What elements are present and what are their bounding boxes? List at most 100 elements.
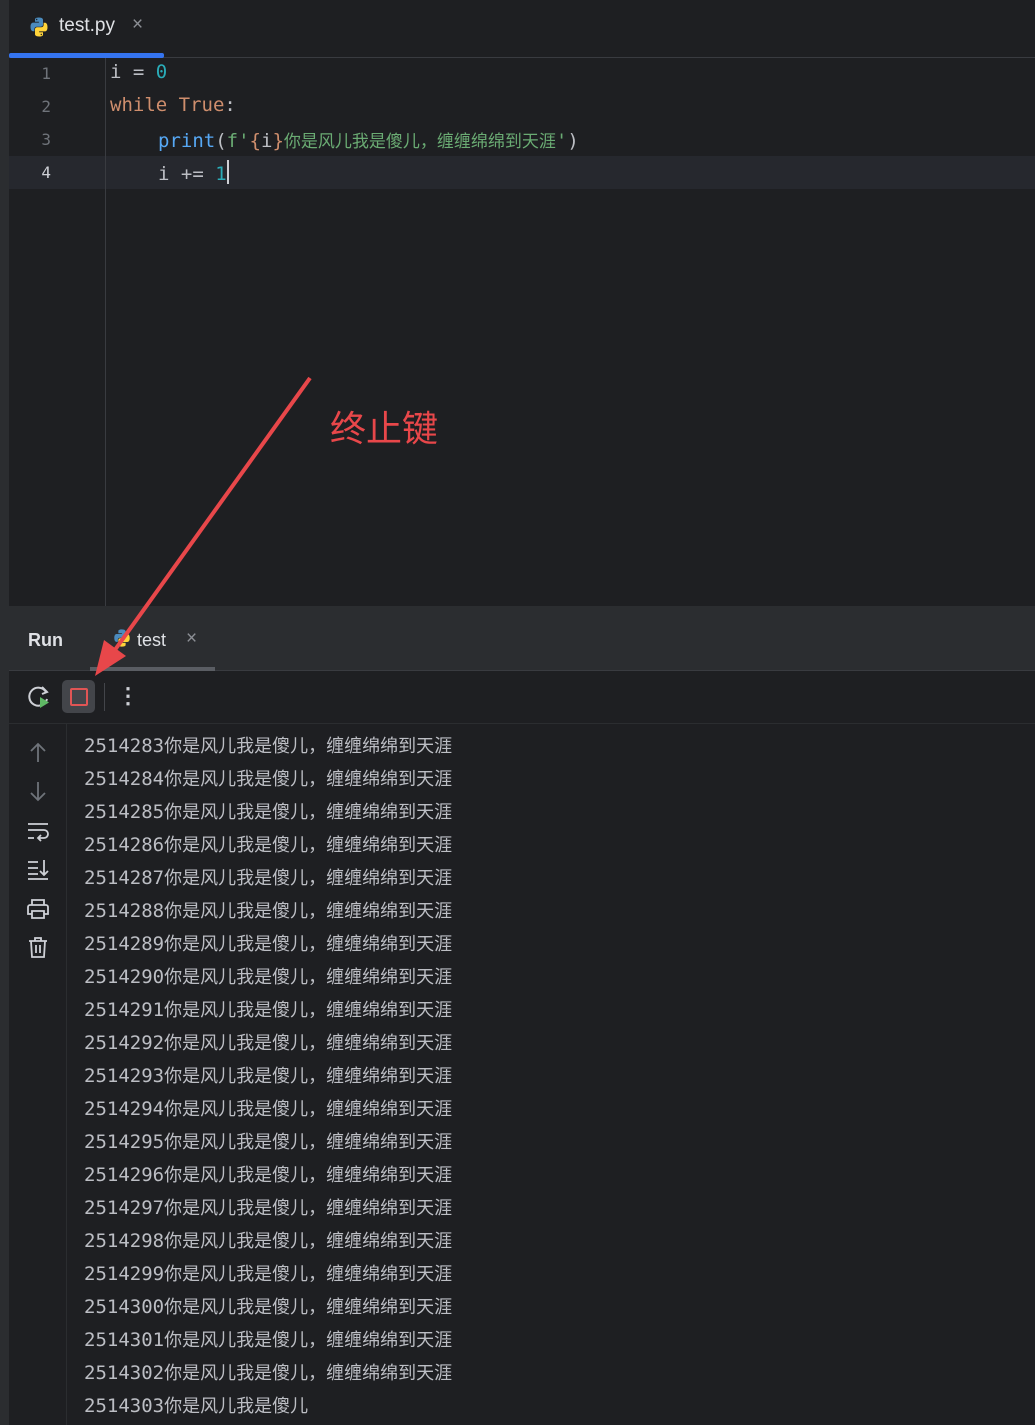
close-icon[interactable]: × bbox=[186, 628, 197, 650]
stop-icon bbox=[70, 688, 88, 706]
line-number: 3 bbox=[41, 130, 51, 149]
console-line-number: 2514288 bbox=[84, 900, 165, 922]
console-line-text: 你是风儿我是傻儿，缠缠绵绵到天涯 bbox=[164, 1198, 453, 1219]
code-token: i bbox=[110, 61, 122, 83]
console-line-text: 你是风儿我是傻儿，缠缠绵绵到天涯 bbox=[164, 802, 453, 823]
code-token: ' bbox=[555, 130, 568, 152]
console-line: 2514289你是风儿我是傻儿，缠缠绵绵到天涯 bbox=[84, 930, 452, 956]
scroll-to-end-icon[interactable] bbox=[25, 856, 51, 882]
code-token: print bbox=[158, 130, 216, 152]
console-line: 2514301你是风儿我是傻儿，缠缠绵绵到天涯 bbox=[84, 1326, 452, 1352]
code-token: } bbox=[272, 130, 284, 152]
toolbar-separator bbox=[104, 683, 105, 711]
run-tab-label: test bbox=[137, 630, 167, 650]
console-line-text: 你是风儿我是傻儿，缠缠绵绵到天涯 bbox=[164, 736, 453, 757]
console-line-text: 你是风儿我是傻儿 bbox=[164, 1396, 309, 1417]
console-line-text: 你是风儿我是傻儿，缠缠绵绵到天涯 bbox=[164, 967, 453, 988]
console-line: 2514291你是风儿我是傻儿，缠缠绵绵到天涯 bbox=[84, 996, 452, 1022]
python-icon bbox=[30, 17, 48, 37]
console-output[interactable]: 2514283你是风儿我是傻儿，缠缠绵绵到天涯 2514284你是风儿我是傻儿，缠… bbox=[67, 724, 1035, 1425]
console-line-number: 2514287 bbox=[84, 867, 165, 889]
console-line: 2514287你是风儿我是傻儿，缠缠绵绵到天涯 bbox=[84, 864, 452, 890]
console-line-text: 你是风儿我是傻儿，缠缠绵绵到天涯 bbox=[164, 1264, 453, 1285]
console-line-number: 2514290 bbox=[84, 966, 165, 988]
console-line-number: 2514285 bbox=[84, 801, 165, 823]
console-line-number: 2514295 bbox=[84, 1131, 165, 1153]
console-line-text: 你是风儿我是傻儿，缠缠绵绵到天涯 bbox=[164, 934, 453, 955]
code-line-3: print(f'{i}你是风儿我是傻儿，缠缠绵绵到天涯') bbox=[158, 127, 579, 152]
console-line-number: 2514291 bbox=[84, 999, 165, 1021]
console-line: 2514283你是风儿我是傻儿，缠缠绵绵到天涯 bbox=[84, 732, 452, 758]
more-options-icon[interactable]: ⋮ bbox=[117, 681, 139, 713]
console-line: 2514285你是风儿我是傻儿，缠缠绵绵到天涯 bbox=[84, 798, 452, 824]
console-side-toolbar bbox=[9, 724, 67, 1425]
trash-icon[interactable] bbox=[25, 934, 51, 960]
text-caret bbox=[226, 160, 229, 184]
stop-button[interactable] bbox=[62, 680, 95, 713]
code-token: += bbox=[169, 163, 216, 185]
console-line-text: 你是风儿我是傻儿，缠缠绵绵到天涯 bbox=[164, 1231, 453, 1252]
console-line-text: 你是风儿我是傻儿，缠缠绵绵到天涯 bbox=[164, 1132, 453, 1153]
code-token: f' bbox=[226, 130, 250, 152]
console-line: 2514300你是风儿我是傻儿，缠缠绵绵到天涯 bbox=[84, 1293, 452, 1319]
python-icon bbox=[114, 629, 130, 647]
line-number: 2 bbox=[41, 97, 51, 116]
line-number-gutter: 1 2 3 4 bbox=[9, 58, 105, 606]
console-line-text: 你是风儿我是傻儿，缠缠绵绵到天涯 bbox=[164, 1297, 453, 1318]
console-line-text: 你是风儿我是傻儿，缠缠绵绵到天涯 bbox=[164, 1363, 453, 1384]
console-line-number: 2514286 bbox=[84, 834, 165, 856]
code-token: 1 bbox=[215, 163, 227, 185]
console-line: 2514299你是风儿我是傻儿，缠缠绵绵到天涯 bbox=[84, 1260, 452, 1286]
console-line-number: 2514283 bbox=[84, 735, 165, 757]
code-token: 0 bbox=[155, 61, 168, 83]
editor-tab-label: test.py bbox=[59, 15, 115, 36]
line-number: 4 bbox=[41, 163, 51, 182]
run-header: Run test × bbox=[9, 607, 1035, 671]
code-editor[interactable]: 1 2 3 4 i = 0 while True: print(f'{i}你是风… bbox=[9, 58, 1035, 606]
console-line: 2514294你是风儿我是傻儿，缠缠绵绵到天涯 bbox=[84, 1095, 452, 1121]
code-token: = bbox=[121, 61, 156, 83]
console-line-number: 2514298 bbox=[84, 1230, 165, 1252]
console-line-text: 你是风儿我是傻儿，缠缠绵绵到天涯 bbox=[164, 1165, 453, 1186]
console-line-number: 2514294 bbox=[84, 1098, 165, 1120]
console-line-number: 2514284 bbox=[84, 768, 165, 790]
code-token: i bbox=[158, 163, 170, 185]
console-line-number: 2514296 bbox=[84, 1164, 165, 1186]
console-line-text: 你是风儿我是傻儿，缠缠绵绵到天涯 bbox=[164, 868, 453, 889]
console-line: 2514290你是风儿我是傻儿，缠缠绵绵到天涯 bbox=[84, 963, 452, 989]
console-line-text: 你是风儿我是傻儿，缠缠绵绵到天涯 bbox=[164, 1033, 453, 1054]
line-number: 1 bbox=[41, 64, 51, 83]
console-line: 2514296你是风儿我是傻儿，缠缠绵绵到天涯 bbox=[84, 1161, 452, 1187]
code-token: ) bbox=[567, 130, 579, 152]
run-tool-window: Run test × ⋮ 2514283你是风儿我是傻儿，缠缠绵绵到天涯 251… bbox=[9, 606, 1035, 1425]
soft-wrap-icon[interactable] bbox=[25, 818, 51, 844]
console-line: 2514295你是风儿我是傻儿，缠缠绵绵到天涯 bbox=[84, 1128, 452, 1154]
code-token: ( bbox=[215, 130, 227, 152]
code-token: i bbox=[261, 130, 273, 152]
rerun-icon[interactable] bbox=[25, 683, 53, 711]
code-line-4: i += 1 bbox=[158, 160, 229, 185]
console-line: 2514292你是风儿我是傻儿，缠缠绵绵到天涯 bbox=[84, 1029, 452, 1055]
console-line-number: 2514302 bbox=[84, 1362, 165, 1384]
console-line-text: 你是风儿我是傻儿，缠缠绵绵到天涯 bbox=[164, 1000, 453, 1021]
run-tab-test[interactable]: test × bbox=[90, 607, 215, 671]
annotation-label: 终止键 bbox=[330, 409, 439, 450]
arrow-up-icon[interactable] bbox=[25, 740, 51, 766]
run-panel-title: Run bbox=[28, 630, 63, 650]
arrow-down-icon[interactable] bbox=[25, 778, 51, 804]
print-icon[interactable] bbox=[25, 896, 51, 922]
console-line: 2514288你是风儿我是傻儿，缠缠绵绵到天涯 bbox=[84, 897, 452, 923]
gutter-separator bbox=[105, 58, 106, 606]
code-token: while bbox=[110, 94, 168, 116]
run-toolbar: ⋮ bbox=[9, 671, 1035, 724]
console-line: 2514297你是风儿我是傻儿，缠缠绵绵到天涯 bbox=[84, 1194, 452, 1220]
left-tool-strip bbox=[0, 0, 9, 1425]
code-token: : bbox=[224, 94, 236, 116]
editor-tab-test-py[interactable]: test.py × bbox=[9, 0, 164, 58]
console-line-text: 你是风儿我是傻儿，缠缠绵绵到天涯 bbox=[164, 1099, 453, 1120]
code-token: True bbox=[178, 94, 225, 116]
code-token: 你是风儿我是傻儿，缠缠绵绵到天涯 bbox=[283, 132, 556, 152]
close-icon[interactable]: × bbox=[132, 14, 143, 36]
code-token: { bbox=[249, 130, 261, 152]
console-line-text: 你是风儿我是傻儿，缠缠绵绵到天涯 bbox=[164, 1066, 453, 1087]
